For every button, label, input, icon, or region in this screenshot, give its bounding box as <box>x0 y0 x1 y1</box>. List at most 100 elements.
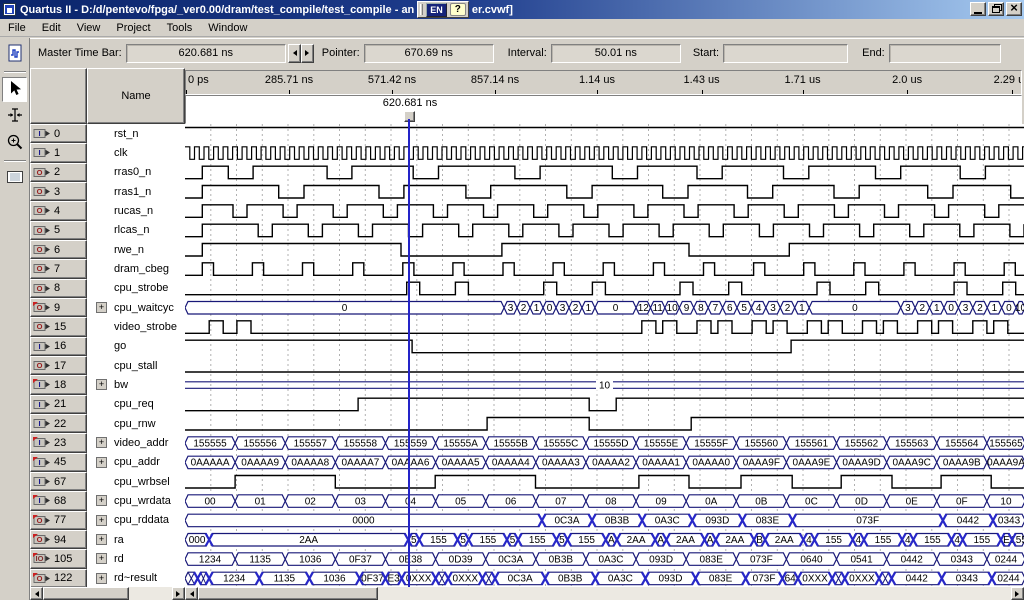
signal-row-button-cpu_strobe[interactable]: O8 <box>30 279 87 298</box>
master-time-spinner <box>288 44 314 63</box>
expand-icon[interactable]: + <box>96 495 107 506</box>
ruler-tick-mark <box>907 90 908 94</box>
fullscreen-tool-button[interactable] <box>2 166 27 191</box>
start-field[interactable] <box>723 44 848 63</box>
scroll-left-button[interactable] <box>30 587 43 600</box>
signal-row-button-rst_n[interactable]: I0 <box>30 124 87 143</box>
signal-row-button-video_strobe[interactable]: O15 <box>30 317 87 336</box>
minimize-button[interactable] <box>970 2 986 16</box>
signal-name-cell[interactable]: rucas_n <box>87 201 185 220</box>
expand-icon[interactable]: + <box>96 302 107 313</box>
signal-row-button-cpu_req[interactable]: I21 <box>30 395 87 414</box>
signal-row-button-rwe_n[interactable]: O6 <box>30 240 87 259</box>
signal-name-cell[interactable]: cpu_strobe <box>87 279 185 298</box>
signal-name-cell[interactable]: cpu_wrbsel <box>87 472 185 491</box>
signal-name-cell[interactable]: cpu_req <box>87 395 185 414</box>
waveform-editor-button[interactable] <box>2 42 27 67</box>
signal-row-button-cpu_rnw[interactable]: I22 <box>30 414 87 433</box>
signal-name-cell[interactable]: +ra <box>87 530 185 549</box>
time-ruler[interactable]: 0 ps285.71 ns571.42 ns857.14 ns1.14 us1.… <box>185 70 1022 95</box>
signal-name-cell[interactable]: rwe_n <box>87 240 185 259</box>
zoom-tool-button[interactable] <box>2 131 27 156</box>
waveform-canvas[interactable]: 0321032101211109876543210321032101010155… <box>185 124 1024 588</box>
signal-name-cell[interactable]: +rd~result <box>87 569 185 588</box>
expand-icon[interactable]: + <box>96 573 107 584</box>
signal-row-button-go[interactable]: I16 <box>30 337 87 356</box>
signal-name-cell[interactable]: rst_n <box>87 124 185 143</box>
signal-row-button-cpu_wrdata[interactable]: I68 <box>30 491 87 510</box>
expand-icon[interactable]: + <box>96 379 107 390</box>
menu-edit[interactable]: Edit <box>34 20 69 36</box>
drag-handle-icon[interactable] <box>420 4 423 15</box>
signal-name-cell[interactable]: clk <box>87 143 185 162</box>
waveform-scrollbar[interactable] <box>185 587 1024 600</box>
expand-icon[interactable]: + <box>96 457 107 468</box>
titlebar[interactable]: Quartus II - D:/d/pentevo/fpga/_ver0.00/… <box>0 0 1024 19</box>
signal-row-button-dram_cbeg[interactable]: O7 <box>30 259 87 278</box>
signal-name-cell[interactable]: go <box>87 337 185 356</box>
svg-text:155: 155 <box>875 535 892 546</box>
scroll-right-button[interactable] <box>1011 587 1024 600</box>
signal-row-button-cpu_addr[interactable]: I45 <box>30 453 87 472</box>
expand-icon[interactable]: + <box>96 437 107 448</box>
signal-name-cell[interactable]: +video_addr <box>87 433 185 452</box>
signal-name-cell[interactable]: video_strobe <box>87 317 185 336</box>
signal-name-cell[interactable]: rras1_n <box>87 182 185 201</box>
signal-name-cell[interactable]: cpu_stall <box>87 356 185 375</box>
name-column-header[interactable]: Name <box>87 68 185 124</box>
menu-file[interactable]: File <box>0 20 34 36</box>
master-time-field[interactable]: 620.681 ns <box>126 44 286 63</box>
scroll-left-button[interactable] <box>185 587 198 600</box>
master-time-marker-handle[interactable] <box>404 111 415 122</box>
signal-name-cell[interactable]: rras0_n <box>87 163 185 182</box>
signal-row-button-cpu_rddata[interactable]: O77 <box>30 511 87 530</box>
signal-name-cell[interactable]: +cpu_wrdata <box>87 491 185 510</box>
close-button[interactable] <box>1006 2 1022 16</box>
menu-window[interactable]: Window <box>200 20 255 36</box>
expand-icon[interactable]: + <box>96 515 107 526</box>
signal-row-button-rucas_n[interactable]: O4 <box>30 201 87 220</box>
name-panel-scrollbar[interactable] <box>30 587 185 600</box>
signal-row-button-rras0_n[interactable]: O2 <box>30 163 87 182</box>
signal-name-cell[interactable]: +bw <box>87 375 185 394</box>
expand-icon[interactable]: + <box>96 534 107 545</box>
language-bar[interactable]: EN ? <box>417 1 469 18</box>
menu-project[interactable]: Project <box>108 20 158 36</box>
signal-row-button-cpu_wrbsel[interactable]: I67 <box>30 472 87 491</box>
menu-tools[interactable]: Tools <box>159 20 201 36</box>
language-indicator[interactable]: EN <box>426 3 447 17</box>
svg-text:I: I <box>38 381 40 390</box>
ruler-tick-mark <box>392 90 393 94</box>
marker-strip[interactable]: 620.681 ns <box>185 95 1022 124</box>
signal-name-cell[interactable]: dram_cbeg <box>87 259 185 278</box>
scroll-right-button[interactable] <box>172 587 185 600</box>
waveform-edit-tool-button[interactable] <box>2 104 27 129</box>
end-field[interactable] <box>889 44 1001 63</box>
signal-name-cell[interactable]: +rd <box>87 549 185 568</box>
signal-row-button-cpu_waitcyc[interactable]: O9 <box>30 298 87 317</box>
restore-button[interactable] <box>988 2 1004 16</box>
signal-number: 68 <box>54 495 66 507</box>
scrollbar-thumb[interactable] <box>198 587 378 600</box>
signal-row-button-rd[interactable]: IO105 <box>30 549 87 568</box>
signal-name-cell[interactable]: +cpu_addr <box>87 453 185 472</box>
expand-icon[interactable]: + <box>96 553 107 564</box>
signal-name-cell[interactable]: +cpu_rddata <box>87 511 185 530</box>
spin-right-button[interactable] <box>301 44 314 63</box>
signal-row-button-ra[interactable]: O94 <box>30 530 87 549</box>
spin-left-button[interactable] <box>288 44 301 63</box>
help-icon[interactable]: ? <box>450 3 466 16</box>
signal-name-cell[interactable]: +cpu_waitcyc <box>87 298 185 317</box>
selection-tool-button[interactable] <box>2 77 27 102</box>
signal-row-button-cpu_stall[interactable]: O17 <box>30 356 87 375</box>
signal-row-button-bw[interactable]: I18 <box>30 375 87 394</box>
signal-row-button-clk[interactable]: I1 <box>30 143 87 162</box>
menu-view[interactable]: View <box>69 20 109 36</box>
signal-row-button-rras1_n[interactable]: O3 <box>30 182 87 201</box>
signal-name-cell[interactable]: rlcas_n <box>87 221 185 240</box>
signal-row-button-rd~result[interactable]: O122 <box>30 569 87 588</box>
signal-row-button-rlcas_n[interactable]: O5 <box>30 221 87 240</box>
signal-name-cell[interactable]: cpu_rnw <box>87 414 185 433</box>
scrollbar-thumb[interactable] <box>43 587 129 600</box>
signal-row-button-video_addr[interactable]: I23 <box>30 433 87 452</box>
